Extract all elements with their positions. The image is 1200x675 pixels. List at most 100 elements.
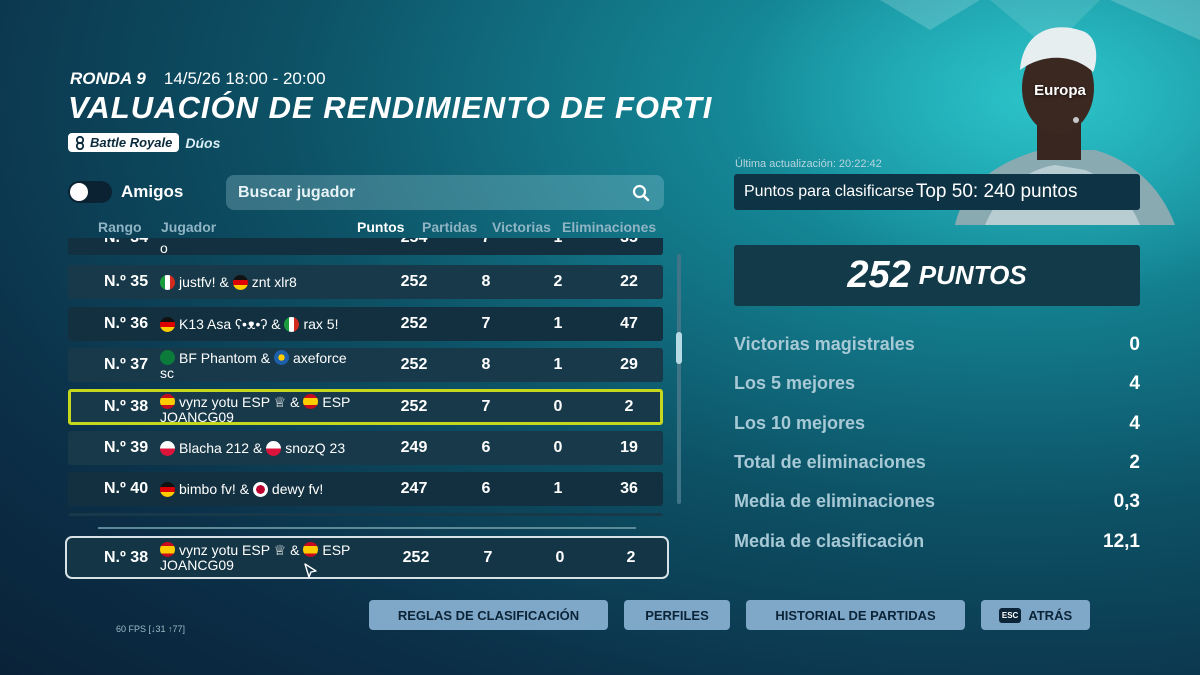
points-cell: 252	[402, 548, 430, 566]
stat-row: Los 5 mejores 4	[734, 373, 1140, 395]
wins-cell: 1	[553, 480, 563, 497]
spain-flag-icon	[303, 394, 319, 409]
column-elims[interactable]: Eliminaciones	[562, 219, 656, 235]
table-row[interactable]: N.º 36 K13 Asa ʕ•ᴥ•ʔ & rax 5! 252 7 1 47	[68, 307, 663, 341]
rank-cell: N.º 39	[104, 439, 149, 456]
table-row-highlighted[interactable]: N.º 38 vynz yotu ESP ♕ & ESP JOANCG09 25…	[68, 389, 663, 425]
wins-cell: 1	[553, 356, 563, 373]
divider	[98, 527, 636, 529]
table-row[interactable]: N.º 40 bimbo fv! & dewy fv! 247 6 1 36	[68, 472, 663, 506]
elims-cell: 19	[620, 439, 638, 456]
germany-flag-icon	[160, 316, 175, 332]
player-cell: BF Phantom & axeforce sc	[160, 348, 380, 384]
column-wins[interactable]: Victorias	[492, 219, 551, 235]
stat-row: Total de eliminaciones 2	[734, 452, 1140, 474]
spain-flag-icon	[303, 542, 319, 557]
wins-cell: 1	[553, 315, 563, 332]
scrollbar[interactable]	[676, 254, 682, 504]
elims-cell: 36	[620, 480, 638, 497]
friends-toggle[interactable]	[68, 181, 112, 203]
fps-counter: 60 FPS [↓31 ↑77]	[116, 624, 186, 634]
stat-value: 4	[1129, 373, 1140, 394]
points-cell: 252	[400, 273, 428, 290]
table-row[interactable]: N.º 39 Blacha 212 & snozQ 23 249 6 0 19	[68, 431, 663, 465]
points-cell: 249	[400, 439, 428, 456]
mode-info: Battle Royale Dúos	[68, 133, 220, 152]
player-2: snozQ 23	[285, 439, 346, 456]
table-row[interactable]: N.º 34 o 254 7 1 35	[68, 238, 663, 256]
germany-flag-icon	[160, 481, 175, 497]
wins-cell: 0	[553, 439, 563, 456]
stat-row: Victorias magistrales 0	[734, 334, 1140, 356]
table-row[interactable]: N.º 35 justfv! & znt xlr8 252 8 2 22	[68, 265, 663, 299]
matches-cell: 6	[481, 480, 491, 497]
table-row[interactable]: N.º 37 BF Phantom & axeforce sc 252 8 1 …	[68, 348, 663, 382]
esc-key-icon: ESC	[998, 607, 1022, 623]
trophy-icon	[75, 135, 85, 150]
matches-cell: 8	[481, 356, 491, 373]
points-cell: 252	[400, 315, 428, 332]
rank-cell: N.º 36	[104, 315, 149, 332]
matches-cell: 7	[481, 398, 491, 415]
player-1: vynz yotu ESP ♕ &	[179, 542, 300, 558]
profiles-button[interactable]: PERFILES	[624, 600, 730, 630]
stat-label: Media de clasificación	[734, 531, 925, 551]
stat-label: Los 5 mejores	[734, 373, 856, 393]
stat-value: 2	[1129, 452, 1140, 473]
player-cell: vynz yotu ESP ♕ & ESP JOANCG09	[160, 392, 380, 425]
wins-cell: 0	[553, 398, 563, 415]
column-player[interactable]: Jugador	[161, 219, 216, 235]
rank-cell: N.º 34	[104, 238, 148, 255]
back-button[interactable]: ESC ATRÁS	[981, 600, 1090, 630]
points-cell: 252	[400, 356, 428, 373]
matches-cell: 7	[481, 315, 491, 332]
player-2: axeforce	[292, 350, 347, 366]
points-cell: 252	[400, 398, 428, 415]
points-panel: 252 PUNTOS	[734, 245, 1140, 306]
stat-label: Media de eliminaciones	[734, 491, 936, 511]
round-datetime: 14/5/26 18:00 - 20:00	[163, 69, 326, 88]
stat-row: Media de clasificación 12,1	[734, 531, 1140, 553]
search-input[interactable]: Buscar jugador	[226, 175, 664, 210]
player-line2: JOANCG09	[160, 409, 234, 425]
player-1: justfv! &	[179, 273, 229, 290]
last-update: Última actualización: 20:22:42	[735, 158, 882, 170]
stat-label: Victorias magistrales	[734, 334, 915, 354]
player-1: BF Phantom &	[179, 350, 271, 366]
event-title: VALUACIÓN DE RENDIMIENTO DE FORTI	[68, 90, 713, 125]
my-team-row[interactable]: N.º 38 vynz yotu ESP ♕ & ESP JOANCG09 25…	[65, 536, 669, 579]
player-cell: K13 Asa ʕ•ᴥ•ʔ & rax 5!	[160, 307, 380, 343]
wins-cell: 2	[553, 273, 563, 290]
italy-flag-icon	[284, 316, 300, 332]
column-rank[interactable]: Rango	[98, 219, 142, 235]
rules-button[interactable]: REGLAS DE CLASIFICACIÓN	[369, 600, 608, 630]
player-2: dewy fv!	[271, 480, 324, 497]
elims-cell: 2	[626, 548, 636, 566]
rank-cell: N.º 37	[104, 356, 149, 373]
column-points[interactable]: Puntos	[357, 219, 404, 235]
matches-cell: 8	[481, 273, 491, 290]
player-line2: o	[160, 240, 168, 256]
saudi-flag-icon	[160, 350, 175, 365]
wins-cell: 1	[538, 238, 578, 255]
qualification-panel: Puntos para clasificarse Top 50: 240 pun…	[734, 174, 1140, 210]
stat-value: 12,1	[1103, 531, 1140, 552]
column-matches[interactable]: Partidas	[422, 219, 477, 235]
friends-label: Amigos	[121, 182, 184, 201]
scrollbar-thumb[interactable]	[676, 332, 682, 364]
stat-value: 0	[1129, 334, 1140, 355]
mode-badge: Battle Royale	[68, 133, 180, 152]
toggle-knob	[70, 183, 88, 201]
table-row[interactable]	[68, 513, 663, 516]
player-line2: JOANCG09	[160, 557, 234, 573]
stat-label: Total de eliminaciones	[734, 452, 926, 472]
stat-value: 0,3	[1113, 491, 1140, 512]
mode-label: Battle Royale	[90, 135, 173, 150]
player-line2: sc	[160, 365, 174, 381]
back-label: ATRÁS	[1028, 607, 1073, 623]
match-history-button[interactable]: HISTORIAL DE PARTIDAS	[746, 600, 965, 630]
stat-row: Los 10 mejores 4	[734, 413, 1140, 435]
leaderboard-list[interactable]: N.º 34 o 254 7 1 35 N.º 35 justfv! & znt…	[68, 238, 664, 516]
elims-cell: 22	[620, 273, 638, 290]
player-2: rax 5!	[303, 315, 339, 332]
